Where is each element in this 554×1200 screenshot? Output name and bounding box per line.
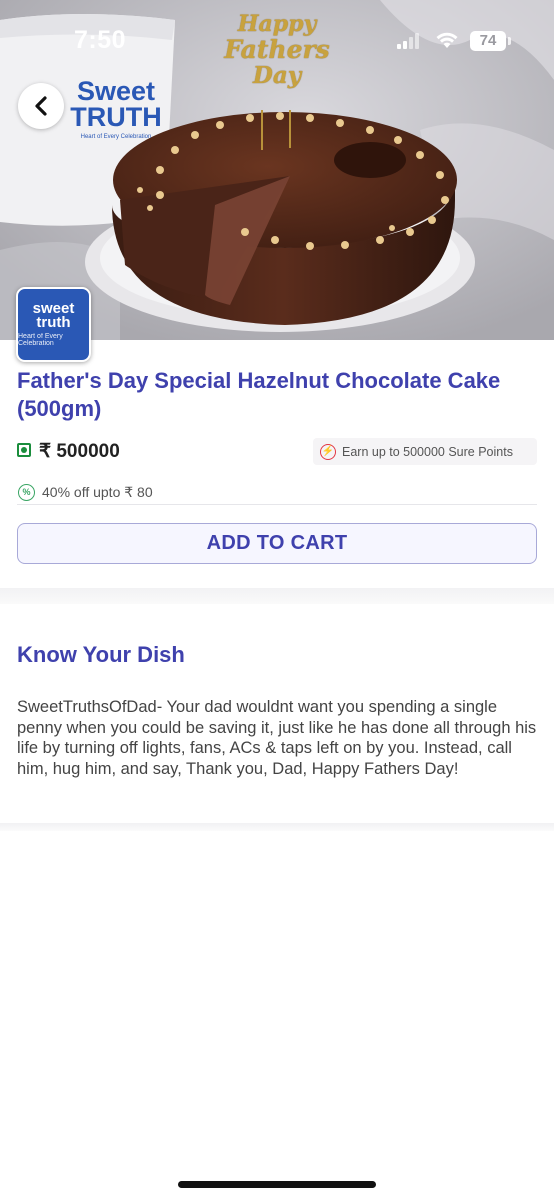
status-time: 7:50 — [74, 26, 127, 54]
back-button[interactable] — [18, 83, 64, 129]
section-separator — [0, 588, 554, 604]
store-logo-line2: truth — [36, 314, 71, 331]
divider — [17, 504, 537, 505]
mug-tagline: Heart of Every Celebration — [80, 134, 152, 140]
mug-logo: Sweet TRUTH Heart of Every Celebration — [66, 76, 166, 141]
add-to-cart-button[interactable]: ADD TO CART — [17, 523, 537, 564]
battery-icon: 74 — [470, 31, 506, 51]
mug-logo-line1: Sweet — [76, 76, 156, 106]
battery-nub — [508, 37, 511, 45]
home-indicator[interactable] — [178, 1181, 376, 1188]
product-price: ₹ 500000 — [39, 441, 120, 462]
dish-description: SweetTruthsOfDad- Your dad wouldnt want … — [17, 698, 537, 778]
signal-icon — [397, 33, 419, 49]
status-bar: 7:50 74 — [0, 0, 554, 80]
offer-text: 40% off upto ₹ 80 — [42, 484, 153, 500]
veg-icon — [17, 443, 31, 457]
section-title: Know Your Dish — [17, 642, 185, 667]
wifi-icon — [436, 32, 458, 48]
product-title: Father's Day Special Hazelnut Chocolate … — [17, 368, 501, 421]
discount-icon: % — [18, 484, 35, 501]
chevron-left-icon — [35, 96, 47, 116]
store-logo: sweet truth Heart of Every Celebration — [16, 287, 91, 362]
store-logo-tagline: Heart of Every Celebration — [18, 333, 63, 347]
lightning-icon: ⚡ — [320, 443, 336, 460]
mug-logo-line2: TRUTH — [70, 102, 162, 132]
section-separator-bottom — [0, 823, 554, 831]
points-badge: ⚡ Earn up to 500000 Sure Points — [313, 438, 537, 465]
points-text: Earn up to 500000 Sure Points — [342, 444, 513, 459]
